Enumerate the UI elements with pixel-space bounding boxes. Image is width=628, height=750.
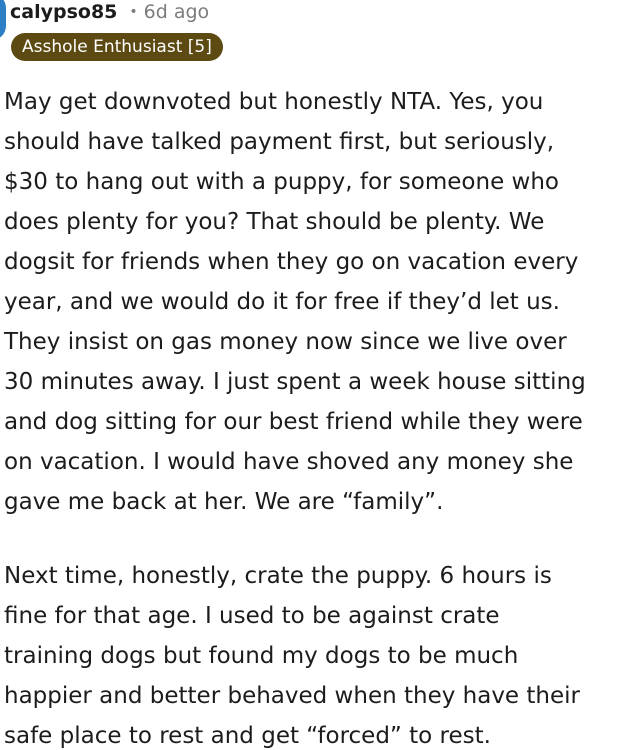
meta-separator: • xyxy=(129,4,138,20)
comment-line: 30 minutes away. I just spent a week hou… xyxy=(4,369,586,395)
comment-line: Next time, honestly, crate the puppy. 6 … xyxy=(4,563,552,589)
comment-line: training dogs but found my dogs to be mu… xyxy=(4,643,519,669)
comment-line: on vacation. I would have shoved any mon… xyxy=(4,449,574,475)
comment-body: May get downvoted but honestly NTA. Yes,… xyxy=(4,82,626,750)
username[interactable]: calypso85 xyxy=(10,1,117,23)
comment-line: dogsit for friends when they go on vacat… xyxy=(4,249,579,275)
comment-line: year, and we would do it for free if the… xyxy=(4,289,560,315)
comment-line: $30 to hang out with a puppy, for someon… xyxy=(4,169,559,195)
timestamp[interactable]: 6d ago xyxy=(144,1,210,23)
comment-line: fine for that age. I used to be against … xyxy=(4,603,500,629)
comment-line: does plenty for you? That should be plen… xyxy=(4,209,545,235)
comment-line: should have talked payment first, but se… xyxy=(4,129,555,155)
comment-line: and dog sitting for our best friend whil… xyxy=(4,409,583,435)
comment-line: gave me back at her. We are “family”. xyxy=(4,489,444,515)
user-flair: Asshole Enthusiast [5] xyxy=(11,33,223,61)
avatar[interactable] xyxy=(0,0,6,40)
comment-line: happier and better behaved when they hav… xyxy=(4,683,580,709)
comment-line: safe place to rest and get “forced” to r… xyxy=(4,723,491,749)
comment-line: May get downvoted but honestly NTA. Yes,… xyxy=(4,89,544,115)
comment-header: calypso85 • 6d ago xyxy=(10,0,209,25)
comment-line: They insist on gas money now since we li… xyxy=(4,329,567,355)
